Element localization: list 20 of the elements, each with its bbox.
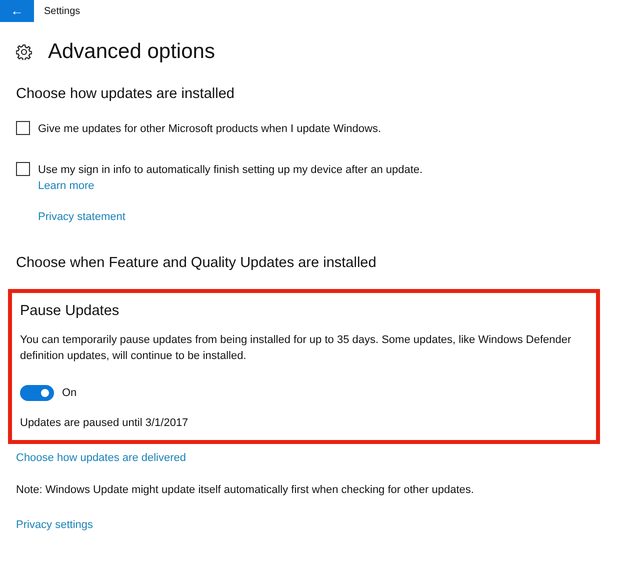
status-text: Updates are paused until 3/1/2017 [20,416,190,432]
checkbox-label: Give me updates for other Microsoft products when I update Windows. [38,122,381,138]
back-button[interactable]: ← [0,0,34,22]
section-heading: Pause Updates [20,302,120,321]
delivery-link[interactable]: Choose how updates are delivered [16,452,186,464]
checkbox[interactable] [16,162,30,176]
section-heading: Choose when Feature and Quality Updates are installed [16,254,378,274]
learn-more-link[interactable]: Learn more [38,180,94,192]
checkbox-label: Use my sign in info to automatically finish setting up my device after an update. [38,162,423,178]
note-text: Note: Windows Update might update itself automatically first when checking for other updates. [16,483,475,498]
privacy-settings-link[interactable]: Privacy settings [16,518,94,531]
description-text: You can temporarily pause updates from being installed for up to 35 days. Some updates, like Windows Defender definition updates, will continue to be installed. [20,332,572,364]
page-title: Advanced options [48,39,215,65]
toggle-label: On [62,386,77,401]
checkbox[interactable] [16,121,30,136]
window-title: Settings [44,4,80,18]
section-heading: Choose how updates are installed [16,84,236,104]
privacy-statement-link[interactable]: Privacy statement [38,210,126,223]
pause-toggle[interactable] [20,384,54,401]
settings-icon [16,44,32,60]
